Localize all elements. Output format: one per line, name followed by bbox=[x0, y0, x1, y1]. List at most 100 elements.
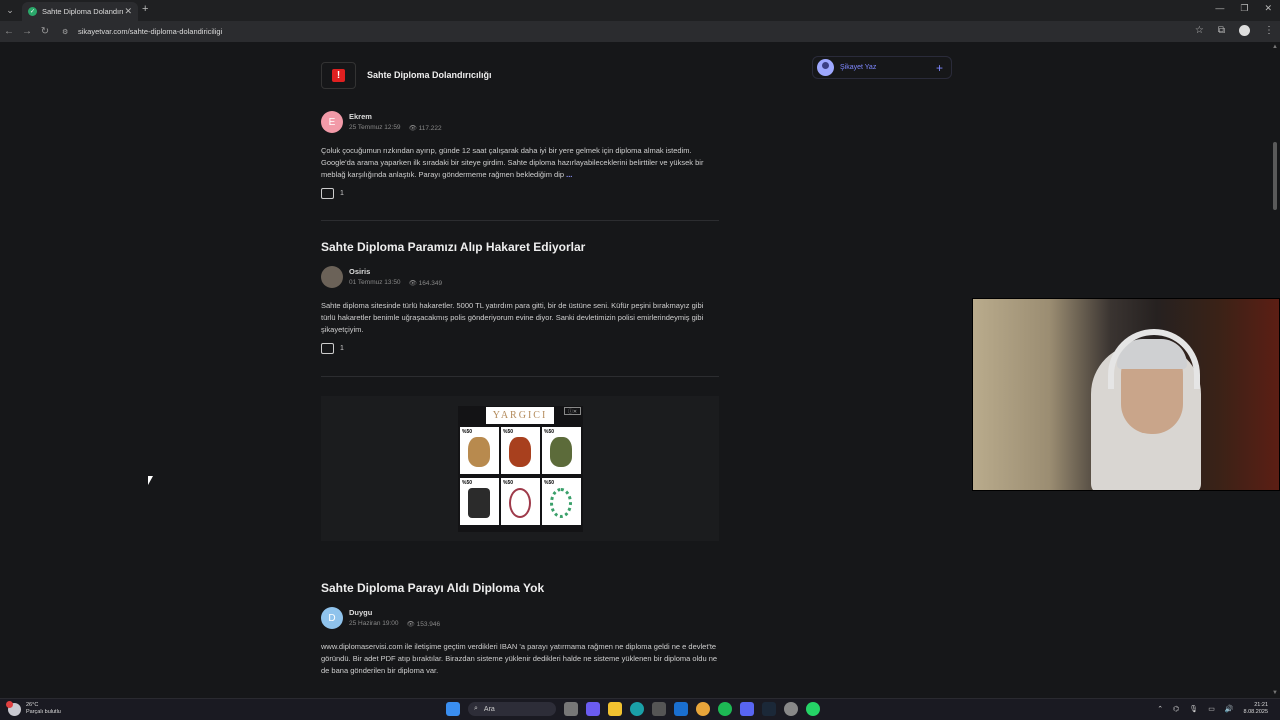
post-date: 25 Temmuz 12:59 bbox=[349, 124, 401, 131]
mic-icon[interactable]: 🎙 bbox=[1189, 705, 1198, 713]
author-name[interactable]: Duygu bbox=[349, 608, 440, 617]
browser-tab[interactable]: ✓ Sahte Diploma Dolandırıcılığı ✕ bbox=[22, 2, 138, 21]
like-count: 1 bbox=[340, 345, 344, 352]
chrome-icon[interactable] bbox=[696, 702, 710, 716]
taskbar-apps: ⌕ Ara bbox=[446, 702, 820, 716]
site-info-icon[interactable]: ⚙ bbox=[62, 28, 74, 36]
file-explorer-icon[interactable] bbox=[608, 702, 622, 716]
ad-product[interactable]: %50 bbox=[460, 427, 499, 474]
complaint-title[interactable]: Sahte Diploma Paramızı Alıp Hakaret Ediy… bbox=[321, 240, 719, 254]
reload-icon[interactable]: ↻ bbox=[36, 26, 54, 37]
system-tray: ⌃ ⌬ 🎙 ▭ 🔊 21:21 8.08.2025 bbox=[1157, 702, 1268, 716]
new-tab-button[interactable]: + bbox=[142, 3, 148, 15]
bag-icon bbox=[509, 437, 531, 467]
divider bbox=[321, 376, 719, 377]
user-icon bbox=[817, 59, 834, 76]
complaint-text[interactable]: Çoluk çocuğumun rızkından ayırıp, günde … bbox=[321, 145, 719, 181]
back-arrow-icon[interactable]: ← bbox=[0, 26, 18, 37]
extensions-icon[interactable]: ⧉ bbox=[1218, 25, 1225, 36]
advertisement: YARGICI ⓘ✕ %50 %50 %50 %50 %50 %50 bbox=[321, 396, 719, 541]
plus-icon: + bbox=[935, 60, 943, 75]
edge-icon[interactable] bbox=[630, 702, 644, 716]
copilot-icon[interactable] bbox=[586, 702, 600, 716]
taskbar-search-label: Ara bbox=[483, 705, 495, 713]
ad-banner[interactable]: YARGICI ⓘ✕ %50 %50 %50 %50 %50 %50 bbox=[458, 406, 583, 532]
author-row: Osiris 01 Temmuz 13:50 👁 164.349 bbox=[321, 266, 719, 288]
toolbar-actions: ☆ ⧉ ⋮ bbox=[1195, 25, 1274, 36]
taskbar-search[interactable]: ⌕ Ara bbox=[468, 702, 556, 716]
steam-icon[interactable] bbox=[762, 702, 776, 716]
tab-search-chevron-icon[interactable]: ⌄ bbox=[0, 0, 20, 21]
complaint-card[interactable]: E Ekrem 25 Temmuz 12:59 👁 117.222 Çoluk … bbox=[321, 111, 719, 199]
windows-start-icon[interactable] bbox=[446, 702, 460, 716]
eye-icon: 👁 bbox=[408, 125, 417, 132]
author-name[interactable]: Ekrem bbox=[349, 112, 442, 121]
ad-product[interactable]: %50 bbox=[501, 427, 540, 474]
volume-icon[interactable]: 🔊 bbox=[1225, 705, 1234, 713]
post-date: 25 Haziran 19:00 bbox=[349, 620, 399, 627]
like-row: 1 bbox=[321, 343, 719, 354]
clock-time: 21:21 bbox=[1254, 702, 1268, 708]
scroll-up-icon[interactable]: ▲ bbox=[1272, 44, 1278, 50]
display-icon[interactable]: ▭ bbox=[1208, 705, 1215, 713]
like-row: 1 bbox=[321, 188, 719, 199]
close-window-button[interactable]: ✕ bbox=[1264, 3, 1272, 14]
eye-icon: 👁 bbox=[408, 280, 417, 287]
ad-close-icon[interactable]: ⓘ✕ bbox=[564, 407, 581, 415]
complaint-title[interactable]: Sahte Diploma Parayı Aldı Diploma Yok bbox=[321, 581, 719, 595]
ad-product[interactable]: %50 bbox=[501, 478, 540, 525]
write-complaint-button[interactable]: Şikayet Yaz + bbox=[812, 56, 952, 79]
complaint-text[interactable]: Sahte diploma sitesinde türlü hakaretler… bbox=[321, 300, 719, 336]
browser-menu-icon[interactable]: ⋮ bbox=[1264, 25, 1274, 36]
discord-icon[interactable] bbox=[740, 702, 754, 716]
outlook-icon[interactable] bbox=[674, 702, 688, 716]
complaint-card[interactable]: Sahte Diploma Paramızı Alıp Hakaret Ediy… bbox=[321, 240, 719, 354]
minimize-button[interactable]: — bbox=[1215, 3, 1224, 14]
thumbs-up-icon[interactable] bbox=[321, 188, 334, 199]
whatsapp-icon[interactable] bbox=[806, 702, 820, 716]
bookmark-star-icon[interactable]: ☆ bbox=[1195, 25, 1204, 36]
network-icon[interactable]: ⌬ bbox=[1173, 705, 1179, 713]
windows-taskbar: 26°C Parçalı bulutlu ⌕ Ara ⌃ ⌬ 🎙 ▭ 🔊 21:2… bbox=[0, 698, 1280, 720]
profile-avatar-icon[interactable] bbox=[1239, 25, 1250, 36]
tab-close-icon[interactable]: ✕ bbox=[124, 6, 132, 17]
address-toolbar: ← → ↻ ⚙ sikayetvar.com/sahte-diploma-dol… bbox=[0, 21, 1280, 42]
eye-icon: 👁 bbox=[406, 621, 415, 628]
store-icon[interactable] bbox=[652, 702, 666, 716]
ad-product[interactable]: %50 bbox=[542, 478, 581, 525]
search-icon: ⌕ bbox=[474, 705, 478, 712]
view-count: 👁 153.946 bbox=[407, 620, 441, 628]
ad-discount: %50 bbox=[503, 429, 514, 435]
view-count-value: 117.222 bbox=[418, 125, 442, 132]
ad-product[interactable]: %50 bbox=[542, 427, 581, 474]
thumbs-up-icon[interactable] bbox=[321, 343, 334, 354]
task-view-icon[interactable] bbox=[564, 702, 578, 716]
site-favicon-icon: ✓ bbox=[28, 7, 37, 16]
restore-button[interactable]: ❐ bbox=[1240, 3, 1248, 14]
scroll-down-icon[interactable]: ▼ bbox=[1272, 690, 1278, 696]
tab-title: Sahte Diploma Dolandırıcılığı bbox=[42, 7, 124, 16]
complaint-card[interactable]: Sahte Diploma Parayı Aldı Diploma Yok D … bbox=[321, 581, 719, 677]
view-count-value: 153.946 bbox=[416, 621, 441, 628]
ad-product[interactable]: %50 bbox=[460, 478, 499, 525]
author-name[interactable]: Osiris bbox=[349, 267, 442, 276]
category-title[interactable]: Sahte Diploma Dolandırıcılığı bbox=[367, 70, 492, 80]
url-field[interactable]: ⚙ sikayetvar.com/sahte-diploma-dolandiri… bbox=[62, 24, 1212, 39]
app-icon[interactable] bbox=[784, 702, 798, 716]
weather-widget[interactable]: 26°C Parçalı bulutlu bbox=[6, 700, 61, 716]
post-date: 01 Temmuz 13:50 bbox=[349, 279, 401, 286]
author-row: D Duygu 25 Haziran 19:00 👁 153.946 bbox=[321, 607, 719, 629]
forward-arrow-icon[interactable]: → bbox=[18, 26, 36, 37]
divider bbox=[321, 220, 719, 221]
spotify-icon[interactable] bbox=[718, 702, 732, 716]
write-complaint-label: Şikayet Yaz bbox=[840, 64, 877, 71]
ad-discount: %50 bbox=[544, 429, 555, 435]
mouse-cursor-icon bbox=[148, 476, 153, 485]
complaint-text[interactable]: www.diplomaservisi.com ile iletişime geç… bbox=[321, 641, 719, 677]
bag-icon bbox=[550, 437, 572, 467]
tray-chevron-icon[interactable]: ⌃ bbox=[1157, 705, 1163, 713]
scroll-thumb[interactable] bbox=[1273, 142, 1277, 210]
view-count-value: 164.349 bbox=[418, 280, 443, 287]
clock[interactable]: 21:21 8.08.2025 bbox=[1244, 702, 1268, 716]
read-more-link[interactable]: ... bbox=[566, 170, 572, 179]
